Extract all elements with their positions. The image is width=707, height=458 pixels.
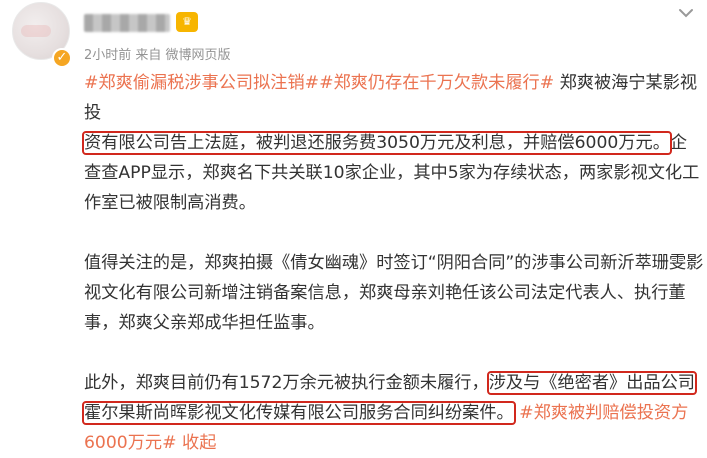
highlight-box-case-2: 霍尔果斯尚晖影视文化传媒有限公司服务合同纠纷案件。: [82, 401, 516, 425]
hashtag-debt[interactable]: #郑爽仍存在千万欠款未履行#: [319, 73, 554, 93]
post-meta: 2小时前 来自 微博网页版: [84, 48, 231, 63]
username-blurred[interactable]: [84, 14, 170, 32]
hashtag-tax-company[interactable]: #郑爽偷漏税涉事公司拟注销#: [84, 73, 319, 93]
fan-badge-icon[interactable]: ♛: [176, 12, 198, 32]
highlight-box-lawsuit: 资有限公司告上法庭，被判退还服务费3050万元及利息，并赔偿6000万元。: [82, 131, 672, 155]
chevron-down-icon[interactable]: [677, 4, 695, 22]
highlight-box-case-1: 涉及与《绝密者》出品公司: [486, 371, 697, 395]
collapse-link[interactable]: 收起: [182, 433, 216, 453]
text-segment: 此外，郑爽目前仍有1572万余元被执行金额未履行，: [84, 373, 489, 393]
paragraph-2: 值得关注的是，郑爽拍摄《倩女幽魂》时签订“阴阳合同”的涉事公司新沂萃珊雯影视文化…: [84, 253, 704, 333]
paragraph-3: 此外，郑爽目前仍有1572万余元被执行金额未履行，涉及与《绝密者》出品公司 霍尔…: [82, 368, 704, 458]
paragraph-1: #郑爽偷漏税涉事公司拟注销##郑爽仍存在千万欠款未履行# 郑爽被海宁某影视投 资…: [82, 68, 704, 218]
verified-icon: ✓: [52, 48, 72, 68]
